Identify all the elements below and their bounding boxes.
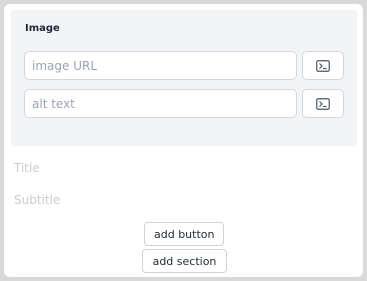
add-section-button[interactable]: add section — [142, 249, 227, 273]
add-button-button[interactable]: add button — [144, 222, 224, 246]
terminal-icon — [316, 59, 330, 72]
terminal-icon — [316, 97, 330, 110]
image-url-input[interactable] — [24, 51, 297, 80]
image-url-terminal-button[interactable] — [302, 51, 344, 80]
image-panel: Image — [11, 10, 357, 146]
alt-text-input[interactable] — [24, 89, 297, 118]
image-panel-title: Image — [25, 23, 60, 34]
subtitle-input[interactable] — [14, 190, 344, 210]
alt-text-terminal-button[interactable] — [302, 89, 344, 118]
title-input[interactable] — [14, 158, 344, 178]
hero-editor-card: Image add button add section — [4, 4, 363, 277]
